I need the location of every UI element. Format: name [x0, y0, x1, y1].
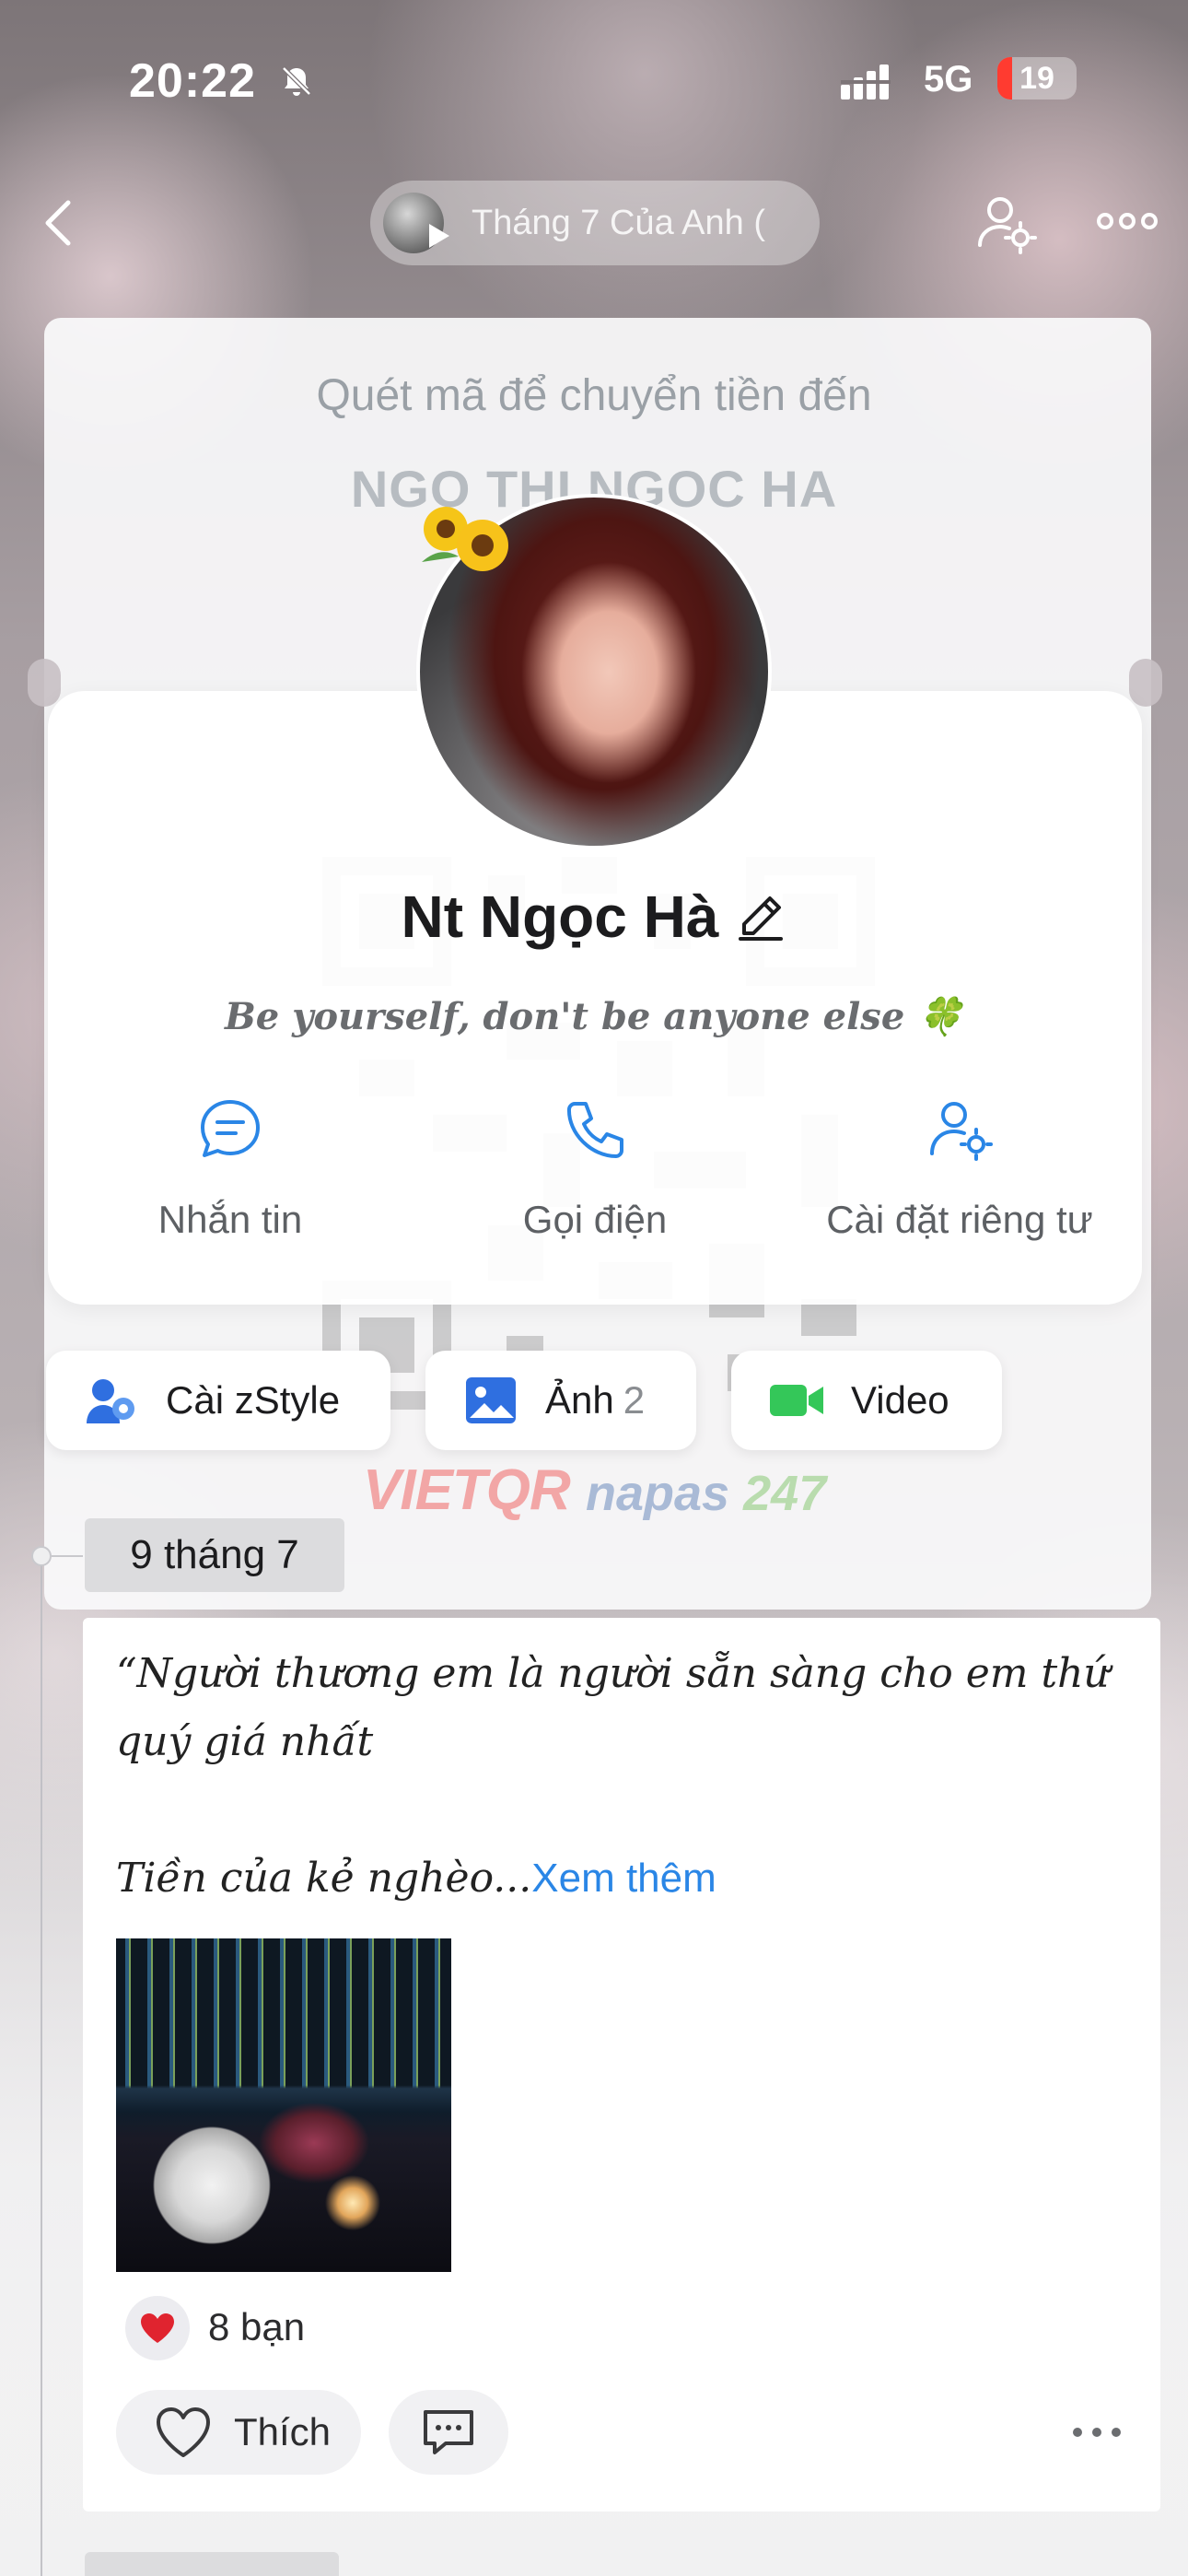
photos-label: Ảnh	[545, 1378, 614, 1422]
zstyle-icon	[87, 1379, 134, 1423]
image-gallery-icon	[466, 1377, 516, 1423]
play-icon	[429, 224, 449, 248]
card-notch-right	[1129, 659, 1162, 707]
clover-emoji: 🍀	[917, 995, 964, 1038]
status-time: 20:22	[129, 54, 256, 108]
profile-name: Nt Ngọc Hà	[401, 884, 719, 950]
like-button[interactable]: Thích	[116, 2390, 361, 2475]
music-title: Tháng 7 Của Anh (	[472, 203, 765, 242]
sunflower-decoration-icon	[422, 507, 508, 571]
zstyle-label: Cài zStyle	[166, 1378, 341, 1422]
call-button[interactable]: Gọi điện	[413, 1096, 777, 1242]
timeline-date: 9 tháng 7	[85, 1518, 344, 1592]
bio-text: Be yourself, don't be anyone else	[224, 995, 905, 1038]
privacy-settings-label: Cài đặt riêng tư	[826, 1198, 1093, 1241]
comment-icon	[424, 2410, 473, 2454]
post-more-icon[interactable]	[1070, 2421, 1124, 2443]
profile-music-pill[interactable]: Tháng 7 Của Anh (	[370, 181, 820, 265]
timeline-tick	[52, 1555, 83, 1557]
chat-bubble-icon	[201, 1100, 260, 1157]
like-label: Thích	[234, 2410, 332, 2453]
message-label: Nhắn tin	[157, 1198, 303, 1241]
vietqr-logo: VIETQR	[363, 1458, 571, 1522]
edit-pencil-icon[interactable]	[735, 891, 786, 943]
call-label: Gọi điện	[522, 1198, 668, 1241]
network-type: 5G	[924, 59, 973, 100]
napas-logo: napas 247	[586, 1466, 827, 1521]
battery-indicator: 19	[997, 57, 1077, 100]
profile-actions: Nhắn tin Gọi điện Cài đặt riêng tư	[48, 1096, 1142, 1262]
battery-percent: 19	[1019, 61, 1054, 96]
profile-bio: Be yourself, don't be anyone else 🍀	[0, 995, 1188, 1038]
heart-outline-icon	[157, 2407, 210, 2457]
timeline-line	[41, 1555, 42, 2576]
status-bar: 20:22 5G 19	[0, 0, 1188, 157]
heart-emoji-icon	[141, 2313, 174, 2343]
photos-count: 2	[623, 1378, 646, 1422]
profile-name-row: Nt Ngọc Hà	[0, 883, 1188, 951]
post-photo[interactable]	[116, 1938, 451, 2272]
more-options-icon[interactable]	[1096, 203, 1159, 240]
cellular-signal-icon	[841, 64, 891, 100]
post-text: “Người thương em là người sẵn sàng cho e…	[116, 1640, 1138, 1913]
reaction-count[interactable]: 8 bạn	[208, 2305, 305, 2349]
phone-icon	[566, 1102, 623, 1158]
timeline-dot	[31, 1546, 52, 1566]
back-arrow-icon[interactable]	[39, 195, 79, 251]
user-settings-icon[interactable]	[976, 192, 1039, 254]
see-more-link[interactable]: Xem thêm	[531, 1856, 716, 1901]
card-notch-left	[28, 659, 61, 707]
video-chip[interactable]: Video	[731, 1351, 1002, 1450]
user-settings-icon	[930, 1102, 993, 1161]
qr-caption: Quét mã để chuyển tiền đến	[316, 371, 872, 420]
video-camera-icon	[770, 1385, 823, 1416]
privacy-settings-button[interactable]: Cài đặt riêng tư	[777, 1096, 1142, 1242]
reaction-badge[interactable]	[125, 2296, 190, 2360]
video-label: Video	[851, 1378, 949, 1422]
zstyle-chip[interactable]: Cài zStyle	[46, 1351, 390, 1450]
photos-chip[interactable]: Ảnh 2	[425, 1351, 696, 1450]
bell-off-icon	[282, 66, 311, 96]
music-thumbnail	[383, 193, 449, 253]
message-button[interactable]: Nhắn tin	[48, 1096, 413, 1242]
comment-button[interactable]	[389, 2390, 508, 2475]
next-timeline-date	[85, 2552, 339, 2576]
